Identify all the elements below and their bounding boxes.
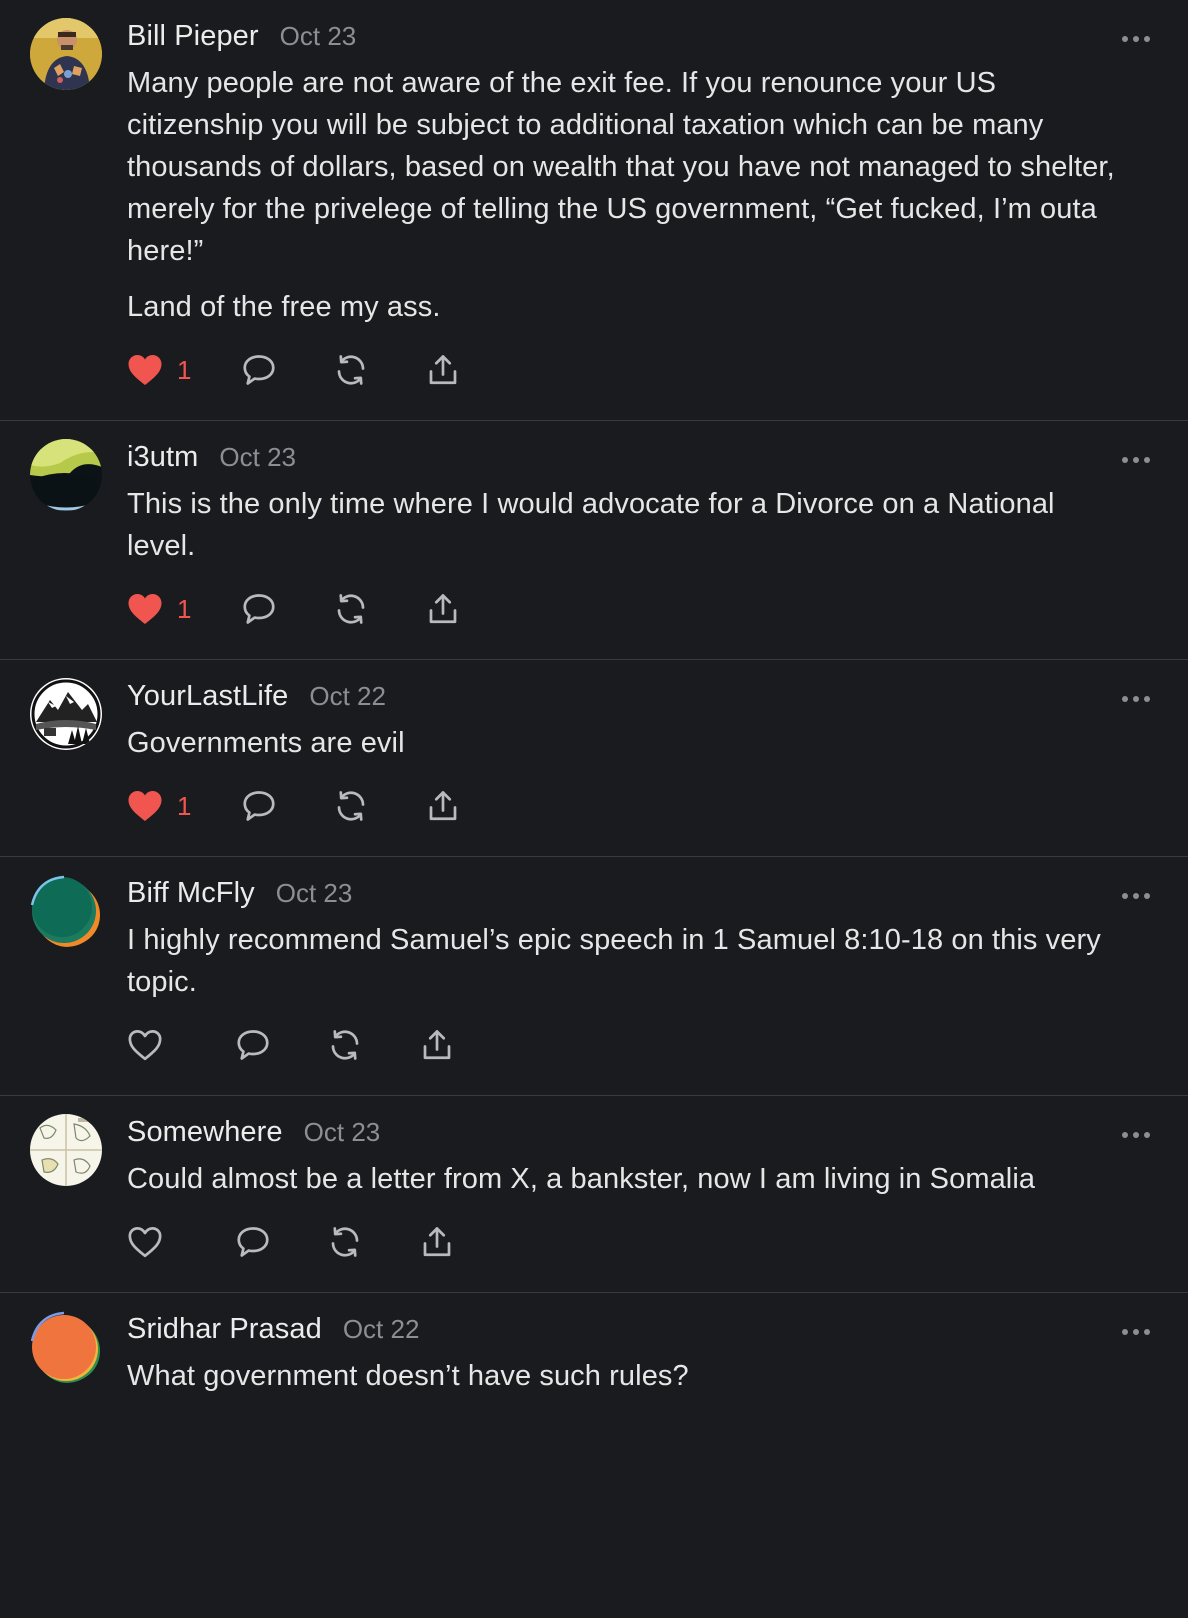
like-count: 1 xyxy=(177,354,192,385)
speech-bubble-icon xyxy=(237,1030,269,1060)
share-upload-icon xyxy=(430,355,457,385)
comment-date[interactable]: Oct 23 xyxy=(219,442,296,473)
comment-actions: 1 xyxy=(127,589,1120,629)
comment-paragraph: This is the only time where I would advo… xyxy=(127,488,1055,562)
comment-body: This is the only time where I would advo… xyxy=(127,483,1120,567)
like-button[interactable]: 1 xyxy=(127,353,191,387)
more-options-icon[interactable] xyxy=(1122,34,1150,44)
share-button[interactable] xyxy=(425,591,461,627)
reply-button[interactable] xyxy=(235,1224,271,1260)
like-count: 1 xyxy=(177,790,192,821)
author-name[interactable]: i3utm xyxy=(127,441,198,474)
restack-button[interactable] xyxy=(333,591,369,627)
avatar[interactable] xyxy=(30,875,102,947)
like-button[interactable]: 1 xyxy=(127,789,191,823)
share-button[interactable] xyxy=(419,1027,455,1063)
comment-paragraph: Governments are evil xyxy=(127,727,405,759)
comment: Sridhar Prasad Oct 22 What government do… xyxy=(0,1292,1188,1397)
heart-icon xyxy=(128,791,162,821)
comment-body: I highly recommend Samuel’s epic speech … xyxy=(127,919,1120,1003)
author-name[interactable]: Somewhere xyxy=(127,1116,283,1149)
like-button[interactable] xyxy=(127,1028,177,1062)
comment-date[interactable]: Oct 22 xyxy=(343,1314,420,1345)
restack-button[interactable] xyxy=(327,1027,363,1063)
share-upload-icon xyxy=(423,1030,451,1060)
author-name[interactable]: Biff McFly xyxy=(127,877,255,910)
reply-button[interactable] xyxy=(241,591,277,627)
avatar[interactable] xyxy=(30,1311,102,1383)
comment: i3utm Oct 23 This is the only time where… xyxy=(0,420,1188,629)
comment-paragraph: Many people are not aware of the exit fe… xyxy=(127,67,1115,267)
author-name[interactable]: Sridhar Prasad xyxy=(127,1313,322,1346)
share-button[interactable] xyxy=(419,1224,455,1260)
comment-paragraph: Land of the free my ass. xyxy=(127,291,441,323)
comment-feed: Bill Pieper Oct 23 Many people are not a… xyxy=(0,0,1188,1397)
speech-bubble-icon xyxy=(243,791,276,821)
more-options-icon[interactable] xyxy=(1122,891,1150,901)
more-options-icon[interactable] xyxy=(1122,1327,1150,1337)
restack-arrows-icon xyxy=(331,1227,359,1257)
heart-icon xyxy=(128,594,162,624)
share-button[interactable] xyxy=(425,788,461,824)
heart-icon xyxy=(128,355,162,385)
like-button[interactable] xyxy=(127,1225,177,1259)
share-upload-icon xyxy=(430,791,457,821)
heart-outline-icon xyxy=(128,1030,162,1061)
share-button[interactable] xyxy=(425,352,461,388)
avatar[interactable] xyxy=(30,678,102,750)
reply-button[interactable] xyxy=(241,352,277,388)
speech-bubble-icon xyxy=(243,594,276,624)
comment: YourLastLife Oct 22 Governments are evil… xyxy=(0,659,1188,826)
like-count: 1 xyxy=(177,593,192,624)
comment-date[interactable]: Oct 23 xyxy=(304,1117,381,1148)
avatar[interactable] xyxy=(30,1114,102,1186)
avatar[interactable] xyxy=(30,439,102,511)
comment-date[interactable]: Oct 23 xyxy=(280,21,357,52)
restack-arrows-icon xyxy=(338,594,365,624)
comment-body: What government doesn’t have such rules? xyxy=(127,1355,1120,1397)
restack-button[interactable] xyxy=(327,1224,363,1260)
author-name[interactable]: Bill Pieper xyxy=(127,20,259,53)
comment-date[interactable]: Oct 22 xyxy=(309,681,386,712)
more-options-icon[interactable] xyxy=(1122,455,1150,465)
more-options-icon[interactable] xyxy=(1122,694,1150,704)
share-upload-icon xyxy=(423,1227,451,1257)
speech-bubble-icon xyxy=(237,1227,269,1257)
comment-date[interactable]: Oct 23 xyxy=(276,878,353,909)
reply-button[interactable] xyxy=(235,1027,271,1063)
comment: Bill Pieper Oct 23 Many people are not a… xyxy=(0,0,1188,390)
avatar[interactable] xyxy=(30,18,102,90)
comment-paragraph: I highly recommend Samuel’s epic speech … xyxy=(127,924,1101,998)
comment-actions: 1 xyxy=(127,786,1120,826)
comment-body: Many people are not aware of the exit fe… xyxy=(127,62,1120,328)
comment-actions xyxy=(127,1025,1120,1065)
reply-button[interactable] xyxy=(241,788,277,824)
speech-bubble-icon xyxy=(243,355,276,385)
restack-button[interactable] xyxy=(333,352,369,388)
more-options-icon[interactable] xyxy=(1122,1130,1150,1140)
comment: Biff McFly Oct 23 I highly recommend Sam… xyxy=(0,856,1188,1065)
comment-body: Governments are evil xyxy=(127,722,1120,764)
restack-arrows-icon xyxy=(331,1030,359,1060)
comment-paragraph: Could almost be a letter from X, a banks… xyxy=(127,1163,1036,1195)
restack-arrows-icon xyxy=(338,791,365,821)
restack-arrows-icon xyxy=(338,355,365,385)
comment-actions xyxy=(127,1222,1120,1262)
comment: Somewhere Oct 23 Could almost be a lette… xyxy=(0,1095,1188,1262)
comment-body: Could almost be a letter from X, a banks… xyxy=(127,1158,1120,1200)
like-button[interactable]: 1 xyxy=(127,592,191,626)
heart-outline-icon xyxy=(128,1227,162,1258)
comment-paragraph: What government doesn’t have such rules? xyxy=(127,1360,689,1392)
author-name[interactable]: YourLastLife xyxy=(127,680,288,713)
restack-button[interactable] xyxy=(333,788,369,824)
share-upload-icon xyxy=(430,594,457,624)
comment-actions: 1 xyxy=(127,350,1120,390)
